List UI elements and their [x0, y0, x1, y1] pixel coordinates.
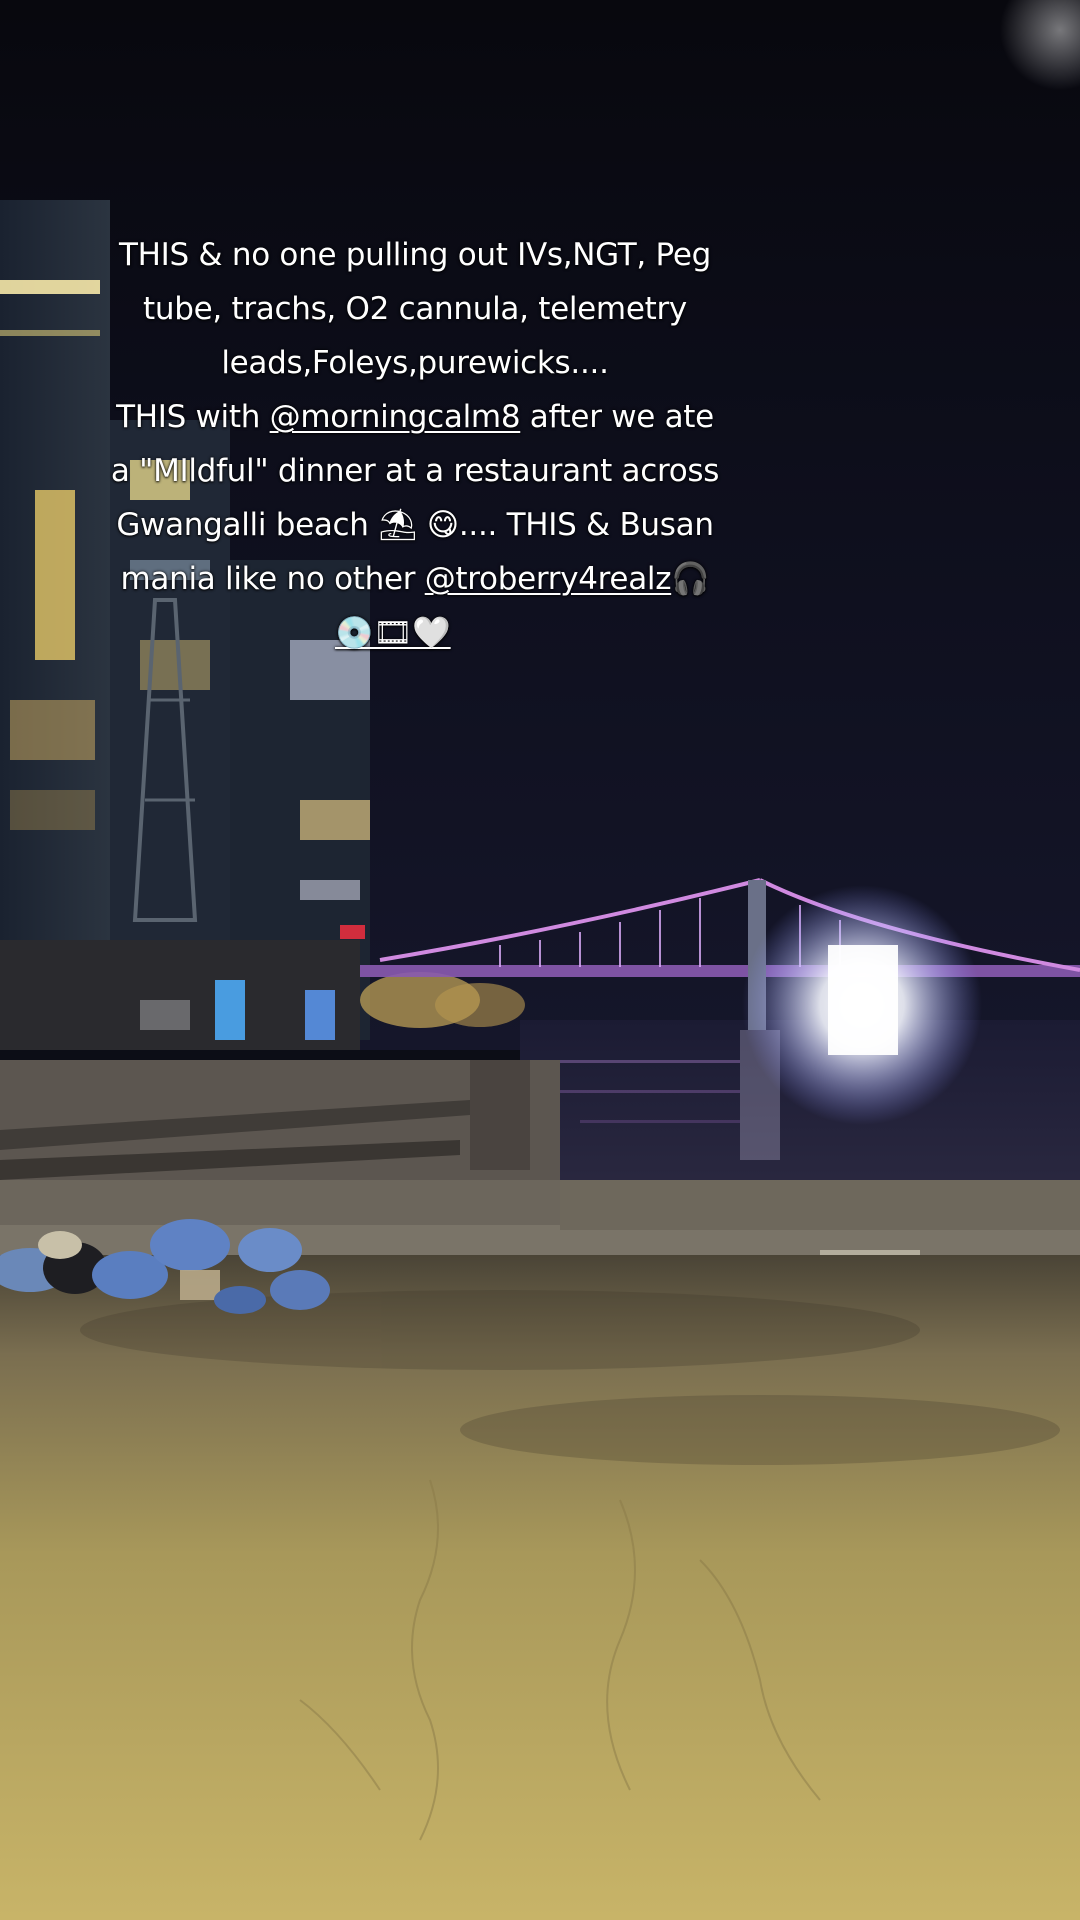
caption-text: after we ate [520, 399, 714, 435]
caption-line: THIS & no one pulling out IVs,NGT, Peg [119, 237, 711, 273]
headphones-emoji-icon: 🎧 [671, 561, 710, 597]
caption-text: .... THIS & Busan [458, 507, 714, 543]
caption-line: 💿🎞🤍 [75, 606, 755, 660]
caption-line: a "MIldful" dinner at a restaurant acros… [110, 453, 720, 489]
mention-link-troberry4realz[interactable]: @troberry4realz [425, 561, 672, 597]
caption-line: tube, trachs, O2 cannula, telemetry [143, 291, 687, 327]
caption-text: THIS with [116, 399, 270, 435]
beach-umbrella-emoji-icon: ⛱ 😋 [378, 507, 459, 543]
caption-line: mania like no other @troberry4realz🎧 [75, 552, 755, 606]
disc-film-heart-emoji-icon: 💿🎞🤍 [335, 615, 451, 651]
caption-text: mania like no other [120, 561, 425, 597]
caption-text: Gwangalli beach [116, 507, 379, 543]
caption-line: Gwangalli beach ⛱ 😋.... THIS & Busan [75, 498, 755, 552]
video-caption-overlay: THIS & no one pulling out IVs,NGT, Peg t… [75, 228, 755, 660]
caption-line: leads,Foleys,purewicks.... [221, 345, 609, 381]
mention-link-morningcalm8[interactable]: @morningcalm8 [270, 399, 521, 435]
caption-line: THIS with @morningcalm8 after we ate [75, 390, 755, 444]
